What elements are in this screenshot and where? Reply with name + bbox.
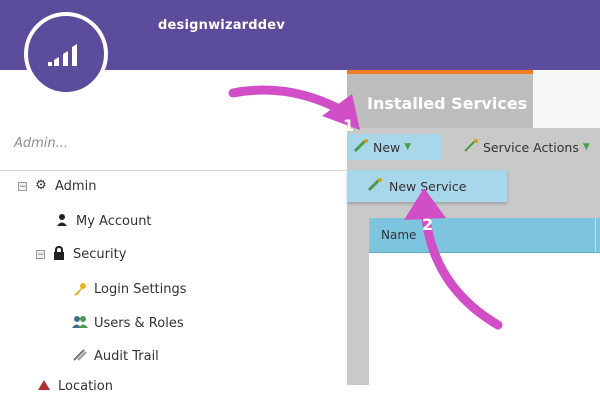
tree-item-label: Location — [58, 378, 113, 394]
tree-item-login-settings[interactable]: Login Settings — [72, 278, 187, 300]
tree-item-location[interactable]: Location — [36, 375, 113, 397]
wand-icon — [463, 139, 479, 155]
caret-down-icon: ▼ — [404, 142, 412, 152]
tree-item-label: Users & Roles — [94, 315, 184, 331]
sidebar: Admin... − ⚙ Admin My Account − Security… — [0, 70, 347, 394]
gear-icon: ⚙ — [35, 178, 47, 193]
toolbar: New ▼ Service Actions ▼ — [347, 128, 600, 168]
audit-icon — [72, 348, 88, 364]
step-1-label: 1 — [343, 116, 355, 135]
wand-icon — [353, 139, 369, 155]
tab-label: Installed Services — [367, 94, 528, 113]
admin-search-input[interactable]: Admin... — [14, 136, 334, 156]
grid-header: Name — [369, 218, 600, 253]
column-separator[interactable] — [595, 218, 596, 252]
new-label: New — [373, 139, 401, 155]
tree-item-label: Login Settings — [94, 281, 187, 297]
tree-item-label: Admin — [55, 178, 97, 194]
brand-name[interactable]: designwizarddev — [158, 18, 285, 33]
tree-item-label: My Account — [76, 213, 152, 229]
menu-item-label: New Service — [389, 178, 467, 194]
menu-item-new-service[interactable]: New Service — [347, 170, 507, 202]
tab-blank[interactable] — [533, 70, 600, 128]
tree-item-users-roles[interactable]: Users & Roles — [72, 312, 184, 334]
column-header-name[interactable]: Name — [381, 228, 416, 242]
new-button[interactable]: New ▼ — [347, 134, 441, 160]
tree-item-audit-trail[interactable]: Audit Trail — [72, 345, 159, 367]
collapse-icon[interactable]: − — [18, 181, 27, 191]
person-icon — [54, 213, 70, 229]
logo[interactable] — [24, 12, 108, 96]
collapse-icon[interactable]: − — [36, 249, 45, 259]
caret-down-icon: ▼ — [582, 142, 590, 152]
tree-item-security[interactable]: − Security — [36, 243, 126, 265]
tab-installed-services[interactable]: Installed Services — [347, 70, 533, 128]
wand-icon — [367, 178, 383, 194]
location-icon — [36, 378, 52, 394]
sidebar-divider — [0, 170, 347, 171]
service-actions-button[interactable]: Service Actions ▼ — [457, 134, 600, 160]
tree-item-my-account[interactable]: My Account — [54, 210, 152, 232]
users-icon — [72, 315, 88, 331]
main-panel: Installed Services New ▼ Service Actions… — [347, 70, 600, 385]
service-actions-label: Service Actions — [483, 139, 579, 155]
bar-chart-icon — [48, 44, 77, 66]
tree-item-label: Audit Trail — [94, 348, 159, 364]
tree-item-admin[interactable]: − ⚙ Admin — [18, 175, 96, 197]
tree-item-label: Security — [73, 246, 127, 262]
lock-icon — [51, 245, 67, 262]
services-grid: Name — [369, 218, 600, 385]
step-2-label: 2 — [422, 215, 434, 234]
key-icon — [72, 281, 88, 297]
